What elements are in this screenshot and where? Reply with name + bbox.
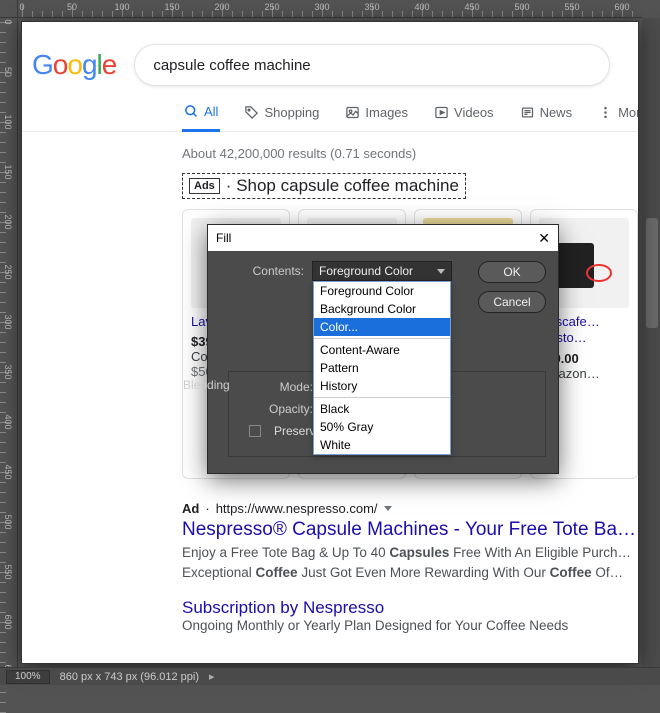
- more-vertical-icon: [598, 105, 613, 120]
- dialog-title: Fill: [216, 231, 231, 245]
- contents-label: Contents:: [220, 264, 304, 278]
- opacity-label: Opacity:: [229, 402, 313, 416]
- play-icon: [434, 105, 449, 120]
- text-ad: Ad · https://www.nespresso.com/ Nespress…: [182, 501, 638, 633]
- ad-url[interactable]: https://www.nespresso.com/: [216, 501, 378, 516]
- ad-sublink[interactable]: Subscription by Nespresso: [182, 598, 638, 618]
- search-input[interactable]: capsule coffee machine: [134, 44, 610, 86]
- ads-badge: Ads: [189, 178, 220, 194]
- tab-all-label: All: [204, 104, 218, 119]
- ads-header: Ads · Shop capsule coffee machine: [182, 173, 466, 199]
- status-bar: 100% 860 px x 743 px (96.012 ppi) ▸: [0, 667, 660, 685]
- search-icon: [184, 104, 199, 119]
- preserve-transparency-checkbox[interactable]: [249, 425, 261, 437]
- chevron-down-icon: [437, 269, 445, 274]
- contents-dropdown[interactable]: Foreground Color: [312, 261, 452, 281]
- chevron-down-icon[interactable]: [384, 506, 392, 511]
- ad-description: Enjoy a Free Tote Bag & Up To 40 Capsule…: [182, 543, 638, 584]
- tab-videos[interactable]: Videos: [432, 104, 496, 131]
- dropdown-option[interactable]: 50% Gray: [314, 418, 450, 436]
- tab-more[interactable]: More: [596, 104, 638, 131]
- dropdown-option[interactable]: White: [314, 436, 450, 454]
- tab-images-label: Images: [365, 105, 408, 120]
- result-stats: About 42,200,000 results (0.71 seconds): [22, 132, 638, 173]
- scrollbar-vertical[interactable]: [642, 18, 660, 685]
- ads-title-text: Shop capsule coffee machine: [236, 176, 459, 196]
- search-tabs: All Shopping Images Videos News More: [22, 96, 638, 132]
- tag-icon: [244, 105, 259, 120]
- dialog-titlebar[interactable]: Fill ✕: [208, 225, 558, 251]
- scrollbar-thumb[interactable]: [646, 218, 658, 328]
- dropdown-option[interactable]: Pattern: [314, 359, 450, 377]
- contents-value: Foreground Color: [319, 264, 413, 278]
- chevron-right-icon[interactable]: ▸: [209, 670, 215, 683]
- ad-url-line: Ad · https://www.nespresso.com/: [182, 501, 638, 516]
- dropdown-option[interactable]: Background Color: [314, 300, 450, 318]
- tab-images[interactable]: Images: [343, 104, 410, 131]
- dropdown-option[interactable]: Black: [314, 400, 450, 418]
- tab-videos-label: Videos: [454, 105, 494, 120]
- mode-label: Mode:: [229, 380, 313, 394]
- blending-label: Blending: [183, 378, 230, 392]
- ad-sep: ·: [205, 501, 209, 516]
- tab-news-label: News: [540, 105, 573, 120]
- document-info: 860 px x 743 px (96.012 ppi): [60, 671, 199, 683]
- zoom-field[interactable]: 100%: [6, 670, 50, 684]
- dropdown-option[interactable]: Content-Aware: [314, 341, 450, 359]
- ad-badge: Ad: [182, 501, 199, 516]
- tab-all[interactable]: All: [182, 104, 220, 132]
- tab-news[interactable]: News: [518, 104, 575, 131]
- fill-dialog[interactable]: Fill ✕ OK Cancel Contents: Foreground Co…: [208, 225, 558, 473]
- ruler-vertical: 050100150200250300350400450500550600650: [0, 18, 18, 667]
- dropdown-option[interactable]: History: [314, 377, 450, 395]
- dropdown-option[interactable]: Foreground Color: [314, 282, 450, 300]
- search-query-text: capsule coffee machine: [153, 57, 310, 74]
- google-logo[interactable]: Google: [32, 49, 134, 81]
- tab-shopping-label: Shopping: [264, 105, 319, 120]
- ad-sublink-desc: Ongoing Monthly or Yearly Plan Designed …: [182, 618, 638, 633]
- cancel-button[interactable]: Cancel: [478, 291, 546, 313]
- google-header: Google capsule coffee machine: [22, 22, 638, 96]
- dropdown-option[interactable]: Color...: [314, 318, 450, 336]
- tab-more-label: More: [618, 105, 638, 120]
- ok-button[interactable]: OK: [478, 261, 546, 283]
- news-icon: [520, 105, 535, 120]
- ads-sep: ·: [226, 176, 232, 196]
- close-icon[interactable]: ✕: [538, 230, 550, 247]
- ruler-corner: [0, 0, 18, 18]
- image-icon: [345, 105, 360, 120]
- contents-dropdown-list[interactable]: Foreground ColorBackground ColorColor...…: [313, 281, 451, 455]
- ad-title-link[interactable]: Nespresso® Capsule Machines - Your Free …: [182, 519, 638, 541]
- ruler-horizontal: 050100150200250300350400450500550600: [18, 0, 642, 18]
- tab-shopping[interactable]: Shopping: [242, 104, 321, 131]
